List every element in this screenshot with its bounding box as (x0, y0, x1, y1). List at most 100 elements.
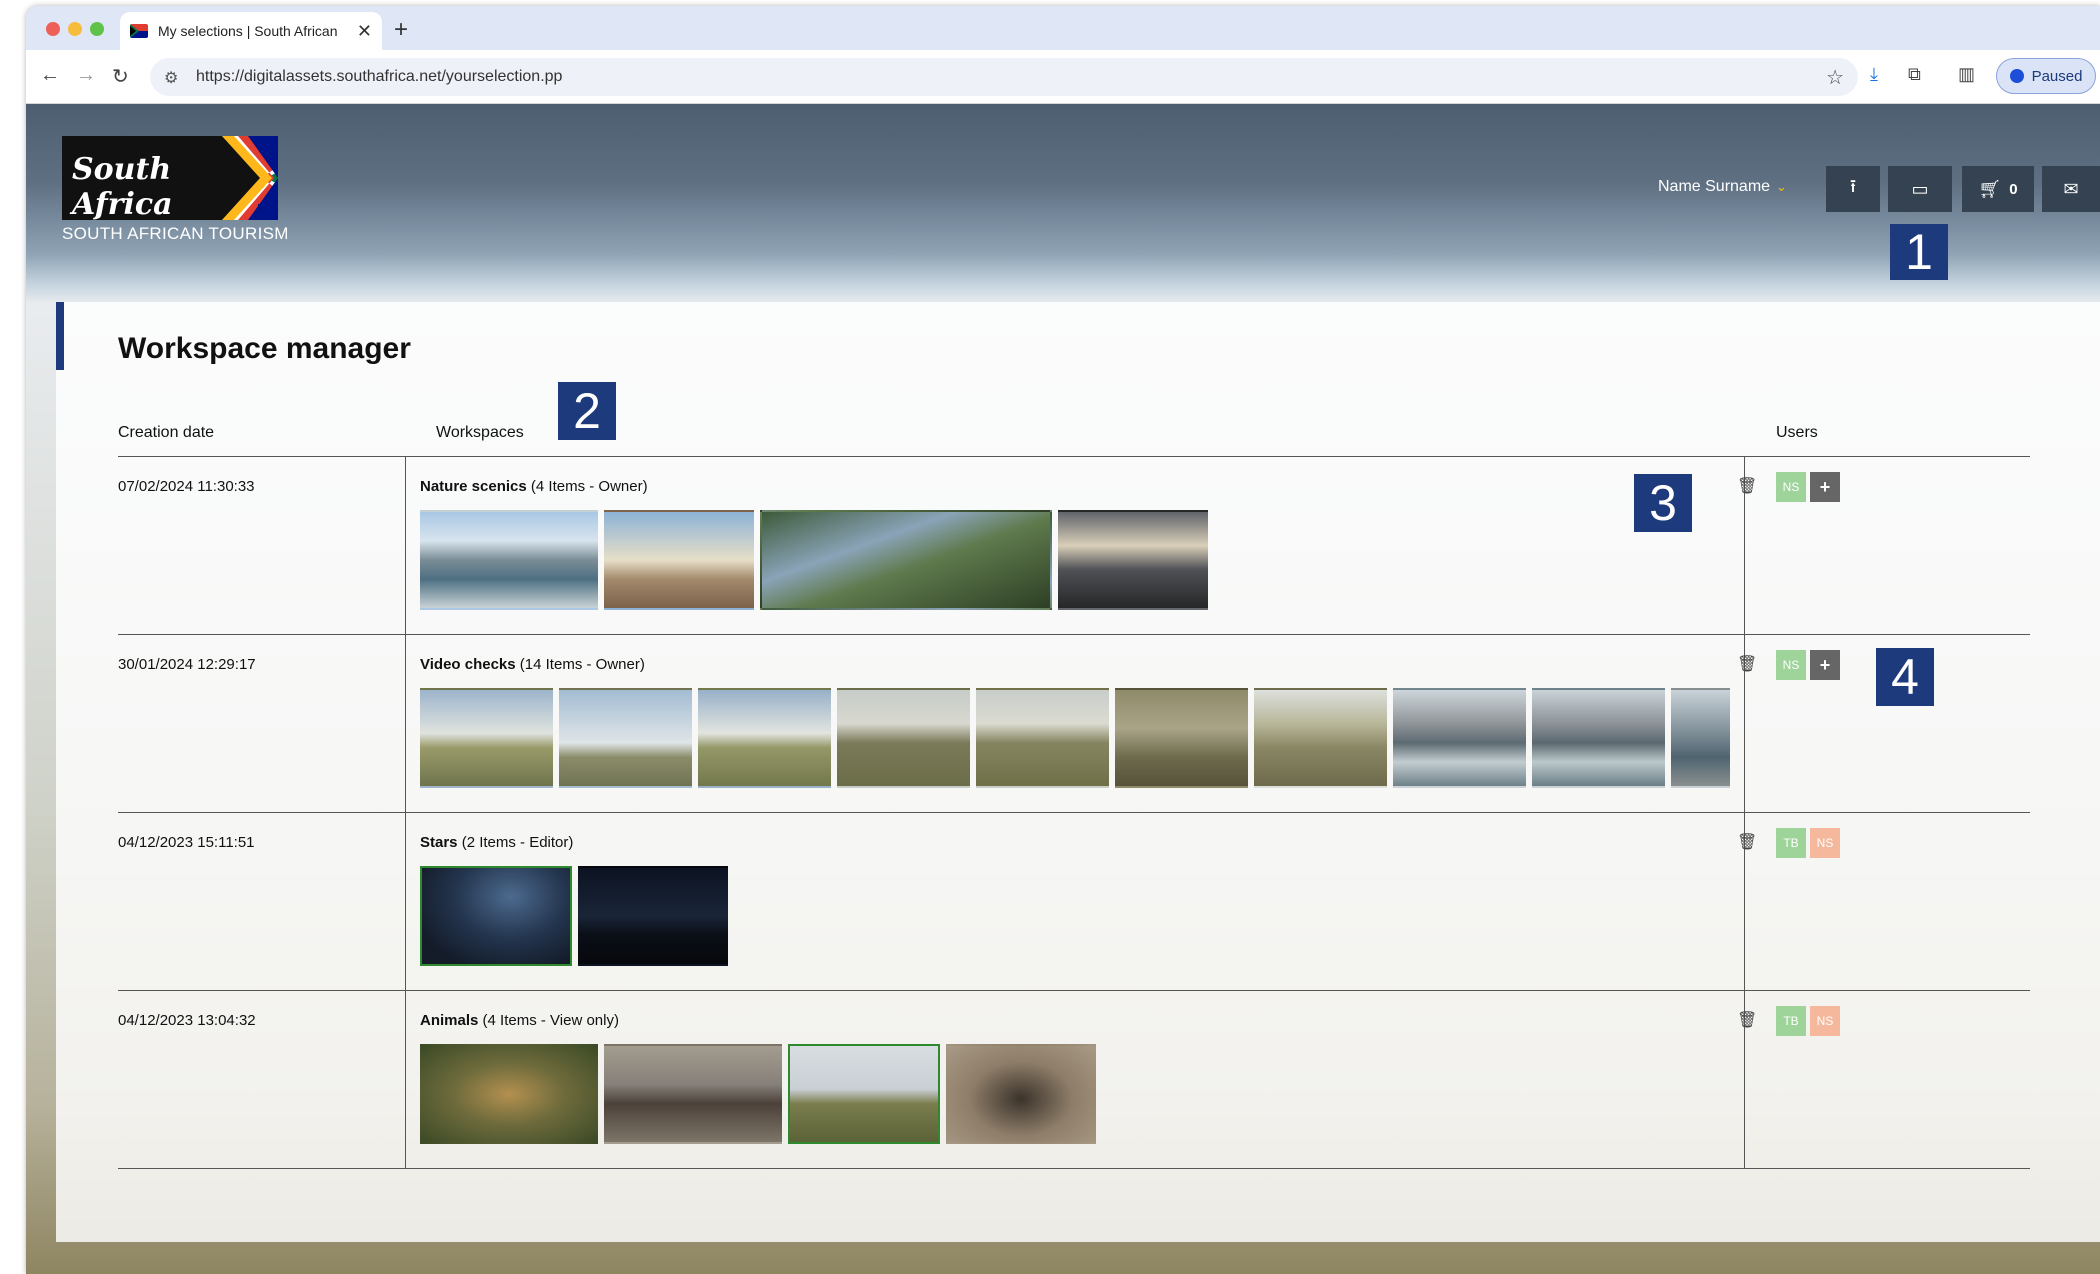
thumbnail[interactable] (788, 1044, 940, 1144)
thumbnail[interactable] (604, 1044, 782, 1144)
add-user-button[interactable]: + (1810, 650, 1840, 680)
workspace-manager-card: Workspace manager Creation date Workspac… (56, 302, 2100, 1242)
column-header-creation-date: Creation date (118, 424, 215, 441)
thumbnail[interactable] (420, 1044, 598, 1144)
profile-button[interactable]: Paused (1996, 58, 2096, 94)
mail-button[interactable]: ✉ (2042, 166, 2100, 212)
url-field[interactable]: ⚙ https://digitalassets.southafrica.net/… (150, 58, 1858, 96)
side-panel-icon[interactable]: ▥ (1958, 64, 1975, 85)
table-divider (118, 1168, 2030, 1169)
thumbnail[interactable] (420, 866, 572, 966)
thumbnail[interactable] (1115, 688, 1248, 788)
close-window-button[interactable] (46, 22, 60, 36)
thumbnail[interactable] (1532, 688, 1665, 788)
trash-icon[interactable]: 🗑︎ (1737, 476, 1757, 496)
creation-date: 07/02/2024 11:30:33 (118, 478, 255, 495)
column-header-users: Users (1776, 424, 1818, 441)
thumbnail[interactable] (420, 688, 553, 788)
trash-icon[interactable]: 🗑︎ (1737, 1010, 1757, 1030)
laptop-icon: ▭ (1911, 178, 1929, 199)
user-avatar[interactable]: NS (1776, 650, 1806, 680)
workspace-title[interactable]: Nature scenics (4 Items - Owner) (420, 478, 648, 495)
thumbnail[interactable] (760, 510, 1052, 610)
mail-icon: ✉ (2063, 178, 2079, 199)
workspace-meta: (4 Items - View only) (482, 1012, 619, 1029)
workspace-title[interactable]: Stars (2 Items - Editor) (420, 834, 573, 851)
thumbnail[interactable] (698, 688, 831, 788)
workspace-meta: (14 Items - Owner) (519, 656, 645, 673)
person-icon (2009, 69, 2024, 83)
workspace-thumbnails (420, 510, 1208, 612)
column-header-workspaces: Workspaces (436, 424, 524, 441)
user-avatar[interactable]: NS (1810, 828, 1840, 858)
browser-tab[interactable]: My selections | South African ✕ (120, 12, 382, 50)
page-content: South Africa SOUTH AFRICAN TOURISM Name … (26, 104, 2100, 1274)
trash-icon[interactable]: 🗑︎ (1737, 654, 1757, 674)
reload-button[interactable]: ↻ (112, 64, 129, 89)
site-header: South Africa SOUTH AFRICAN TOURISM Name … (26, 104, 2100, 272)
bookmark-star-icon[interactable]: ☆ (1826, 65, 1844, 90)
thumbnail[interactable] (946, 1044, 1096, 1144)
workspace-thumbnails (420, 688, 1730, 790)
add-user-button[interactable]: + (1810, 472, 1840, 502)
thumbnail[interactable] (1058, 510, 1208, 610)
thumbnail[interactable] (1254, 688, 1387, 788)
close-tab-icon[interactable]: ✕ (357, 21, 372, 42)
accent-bar (56, 302, 64, 370)
chevron-down-icon: ⌄ (1776, 179, 1787, 194)
workspace-name: Nature scenics (420, 478, 527, 495)
thumbnail[interactable] (1393, 688, 1526, 788)
page-title: Workspace manager (118, 332, 411, 365)
workspace-name: Video checks (420, 656, 516, 673)
annotation-marker-4: 4 (1876, 648, 1934, 706)
creation-date: 30/01/2024 12:29:17 (118, 656, 256, 673)
user-avatar[interactable]: TB (1776, 828, 1806, 858)
thumbnail[interactable] (976, 688, 1109, 788)
creation-date: 04/12/2023 13:04:32 (118, 1012, 256, 1029)
user-menu[interactable]: Name Surname ⌄ (1658, 178, 1787, 196)
workspace-title[interactable]: Video checks (14 Items - Owner) (420, 656, 645, 673)
upload-button[interactable]: ⭱ (1826, 166, 1880, 212)
maximize-window-button[interactable] (90, 22, 104, 36)
thumbnail[interactable] (559, 688, 692, 788)
annotation-marker-2: 2 (558, 382, 616, 440)
minimize-window-button[interactable] (68, 22, 82, 36)
trash-icon[interactable]: 🗑︎ (1737, 832, 1757, 852)
extensions-icon[interactable]: ⧉ (1908, 64, 1921, 85)
url-text: https://digitalassets.southafrica.net/yo… (196, 68, 563, 85)
browser-window: My selections | South African ✕ + ← → ↻ … (26, 6, 2100, 1274)
user-avatar[interactable]: TB (1776, 1006, 1806, 1036)
workspace-meta: (4 Items - Owner) (530, 478, 648, 495)
workspace-name: Stars (420, 834, 458, 851)
annotation-marker-3: 3 (1634, 474, 1692, 532)
workspace-title[interactable]: Animals (4 Items - View only) (420, 1012, 619, 1029)
user-avatar[interactable]: NS (1776, 472, 1806, 502)
south-africa-flag-icon (130, 24, 148, 38)
user-avatar[interactable]: NS (1810, 1006, 1840, 1036)
profile-status: Paused (2031, 67, 2083, 85)
thumbnail[interactable] (604, 510, 754, 610)
workspace-thumbnails (420, 866, 728, 968)
thumbnail[interactable] (1671, 688, 1730, 788)
cart-button[interactable]: 🛒︎ 0 (1962, 166, 2034, 212)
thumbnail[interactable] (578, 866, 728, 966)
download-icon[interactable]: ⤓ (1870, 64, 1878, 85)
site-settings-icon[interactable]: ⚙ (164, 68, 178, 88)
workspace-button[interactable]: ▭ (1888, 166, 1952, 212)
south-africa-logo[interactable]: South Africa (62, 136, 278, 220)
tab-title: My selections | South African (158, 23, 338, 39)
thumbnail[interactable] (837, 688, 970, 788)
back-button[interactable]: ← (40, 64, 60, 87)
creation-date: 04/12/2023 15:11:51 (118, 834, 255, 851)
column-divider (1744, 456, 1745, 1168)
workspace-thumbnails (420, 1044, 1096, 1146)
logo-subtitle: SOUTH AFRICAN TOURISM (62, 224, 289, 243)
cart-icon: 🛒︎ (1978, 178, 2002, 199)
upload-icon: ⭱ (1849, 176, 1857, 196)
new-tab-button[interactable]: + (394, 16, 408, 44)
annotation-marker-1: 1 (1890, 224, 1948, 280)
logo-script-text: South Africa (72, 152, 173, 220)
forward-button[interactable]: → (76, 64, 96, 87)
column-divider (405, 456, 406, 1168)
thumbnail[interactable] (420, 510, 598, 610)
